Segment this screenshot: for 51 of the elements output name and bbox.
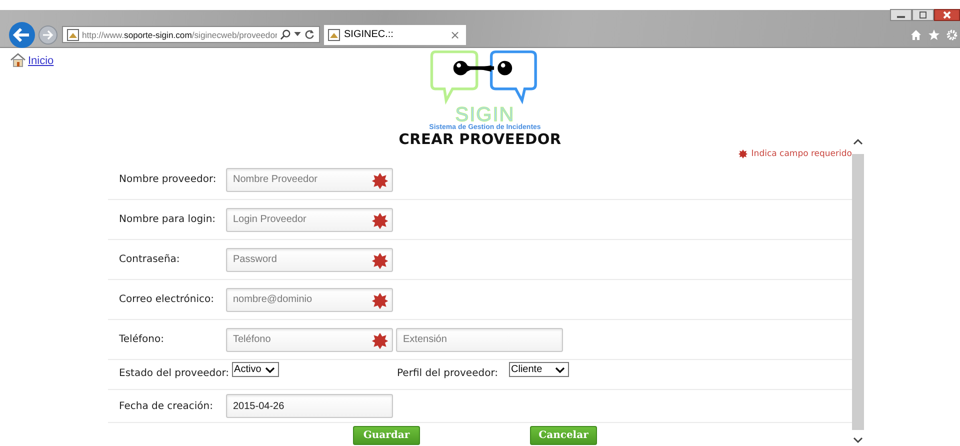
field-label: Contraseña: bbox=[119, 254, 181, 265]
field-label: Perfil del proveedor: bbox=[397, 368, 498, 379]
required-icon bbox=[370, 212, 390, 230]
tab-title: SIGINEC.:: bbox=[344, 29, 394, 40]
scroll-up-icon[interactable] bbox=[853, 138, 863, 146]
dropdown-icon[interactable] bbox=[294, 32, 301, 37]
required-note: Indica campo requerido bbox=[751, 149, 852, 159]
dropdown[interactable]: Activo bbox=[232, 362, 280, 377]
input-field[interactable]: Teléfono bbox=[226, 328, 393, 352]
scrollbar-thumb[interactable] bbox=[852, 154, 864, 430]
input-field[interactable]: nombre@dominio bbox=[226, 288, 393, 312]
input-field[interactable]: Login Proveedor bbox=[226, 208, 393, 232]
page-title: CREAR PROVEEDOR bbox=[398, 132, 562, 148]
required-icon bbox=[370, 172, 390, 190]
field-label: Fecha de creación: bbox=[119, 400, 214, 412]
field-label: Correo electrónico: bbox=[119, 294, 215, 305]
back-icon[interactable] bbox=[8, 20, 36, 48]
chevron-icon bbox=[265, 366, 276, 372]
chevron-icon bbox=[555, 366, 566, 372]
required-icon bbox=[738, 149, 748, 159]
settings-icon[interactable] bbox=[946, 28, 958, 40]
field-label: Estado del proveedor: bbox=[119, 368, 230, 379]
input-field[interactable]: 2015-04-26 bbox=[226, 394, 393, 418]
dropdown[interactable]: Cliente bbox=[509, 362, 570, 377]
field-label: Nombre proveedor: bbox=[119, 174, 218, 185]
input-field[interactable]: Extensión bbox=[396, 328, 563, 352]
minimize-icon[interactable] bbox=[890, 9, 912, 21]
page-icon bbox=[328, 28, 340, 40]
form-button[interactable]: Cancelar bbox=[530, 426, 597, 445]
refresh-icon[interactable] bbox=[304, 29, 315, 40]
required-icon bbox=[370, 332, 390, 350]
input-field[interactable]: Password bbox=[226, 248, 393, 272]
search-icon[interactable] bbox=[280, 29, 291, 40]
forward-icon[interactable] bbox=[38, 24, 58, 44]
required-icon bbox=[370, 252, 390, 270]
scroll-down-icon[interactable] bbox=[853, 436, 863, 444]
field-label: Teléfono: bbox=[119, 334, 165, 345]
input-field[interactable]: Nombre Proveedor bbox=[226, 168, 393, 192]
browser-tab[interactable]: SIGINEC.:: × bbox=[324, 24, 466, 44]
tab-close-button[interactable]: × bbox=[450, 28, 460, 42]
restore-icon[interactable] bbox=[912, 9, 934, 21]
close-icon[interactable] bbox=[934, 9, 960, 21]
field-label: Nombre para login: bbox=[119, 214, 217, 225]
form-button[interactable]: Guardar bbox=[353, 426, 420, 445]
home-link[interactable]: Inicio bbox=[28, 55, 54, 67]
star-icon[interactable] bbox=[928, 28, 940, 40]
home-icon[interactable] bbox=[910, 28, 922, 40]
required-icon bbox=[370, 292, 390, 310]
home-icon bbox=[10, 53, 26, 67]
page-icon bbox=[67, 28, 79, 40]
logo-title: SIGIN bbox=[455, 106, 515, 124]
